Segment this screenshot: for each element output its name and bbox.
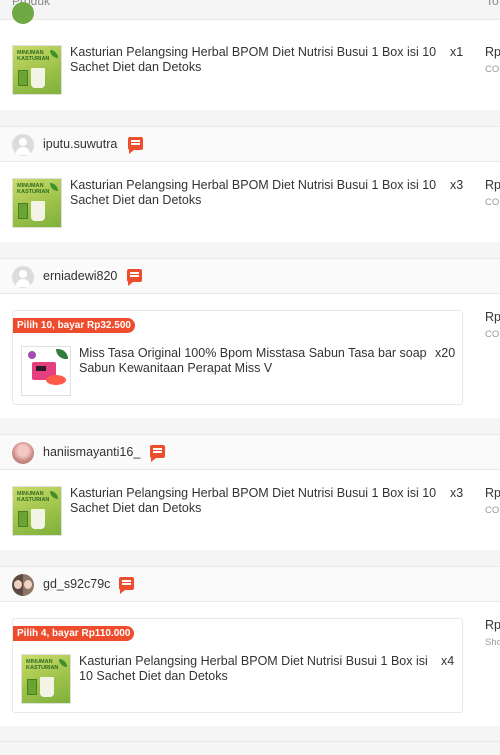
glass-icon (31, 509, 45, 529)
table-header: Produk To (0, 0, 500, 20)
product-title[interactable]: Kasturian Pelangsing Herbal BPOM Diet Nu… (70, 178, 442, 208)
person-icon (19, 270, 27, 278)
order-price: Rp (485, 45, 500, 59)
product-title[interactable]: Kasturian Pelangsing Herbal BPOM Diet Nu… (79, 654, 433, 684)
payment-method: COD (485, 64, 500, 75)
column-total: To (486, 0, 499, 8)
avatar[interactable] (12, 266, 34, 288)
chat-icon[interactable] (150, 445, 165, 462)
person-shoulder (16, 147, 30, 155)
bundle-deal-badge[interactable]: Pilih 10, bayar Rp32.500 (13, 318, 135, 333)
product-quantity: x20 (435, 346, 456, 360)
box-icon (18, 511, 28, 527)
payment-method: COD (485, 197, 500, 208)
flower-icon (28, 351, 36, 359)
person-icon (19, 138, 27, 146)
list-divider (0, 741, 500, 742)
buyer-username[interactable]: erniadewi820 (43, 269, 117, 283)
bundle-deal-badge[interactable]: Pilih 4, bayar Rp110.000 (13, 626, 135, 641)
glass-icon (31, 201, 45, 221)
product-thumbnail[interactable]: MINUMAN KASTURIAN (21, 654, 71, 704)
avatar[interactable] (12, 442, 34, 464)
chat-icon[interactable] (119, 577, 134, 594)
chat-icon[interactable] (128, 137, 143, 154)
box-icon (27, 679, 37, 695)
product-title[interactable]: Miss Tasa Original 100% Bpom Misstasa Sa… (79, 346, 433, 376)
product-thumbnail[interactable]: MINUMAN KASTURIAN (12, 178, 62, 228)
buyer-username[interactable]: iputu.suwutra (43, 137, 117, 151)
product-thumbnail[interactable]: MINUMAN KASTURIAN (12, 486, 62, 536)
order-header: iputu.suwutra (0, 126, 500, 162)
product-quantity: x4 (441, 654, 455, 668)
payment-method: COD (485, 505, 500, 516)
bundle-deal-box: Pilih 4, bayar Rp110.000 MINUMAN KASTURI… (12, 618, 463, 713)
payment-method: COD (485, 329, 500, 340)
order-header: erniadewi820 (0, 258, 500, 294)
box-icon (18, 70, 28, 86)
product-thumbnail[interactable] (21, 346, 71, 396)
order-card: iputu.suwutra MINUMAN KASTURIAN Kasturia… (0, 126, 500, 242)
product-title[interactable]: Kasturian Pelangsing Herbal BPOM Diet Nu… (70, 45, 442, 75)
product-quantity: x3 (450, 178, 464, 192)
soap-round-icon (46, 375, 66, 385)
order-card: erniadewi820 Pilih 10, bayar Rp32.500 Mi… (0, 258, 500, 418)
buyer-username[interactable]: gd_s92c79c (43, 577, 110, 591)
bundle-deal-box: Pilih 10, bayar Rp32.500 Miss Tasa Origi… (12, 310, 463, 405)
buyer-username[interactable]: haniismayanti16_ (43, 445, 140, 459)
payment-method: Sho (485, 637, 500, 648)
order-card: MINUMAN KASTURIAN Kasturian Pelangsing H… (0, 2, 500, 110)
order-price: Rp (485, 178, 500, 192)
product-quantity: x3 (450, 486, 464, 500)
product-thumbnail[interactable]: MINUMAN KASTURIAN (12, 45, 62, 95)
order-header: gd_s92c79c (0, 566, 500, 602)
product-title[interactable]: Kasturian Pelangsing Herbal BPOM Diet Nu… (70, 486, 442, 516)
order-header: haniismayanti16_ (0, 434, 500, 470)
product-quantity: x1 (450, 45, 464, 59)
glass-icon (40, 677, 54, 697)
order-price: Rp (485, 486, 500, 500)
avatar[interactable] (12, 2, 34, 24)
glass-icon (31, 68, 45, 88)
box-icon (18, 203, 28, 219)
avatar[interactable] (12, 574, 34, 596)
chat-icon[interactable] (127, 269, 142, 286)
order-price: Rp (485, 310, 500, 324)
order-card: gd_s92c79c Pilih 4, bayar Rp110.000 MINU… (0, 566, 500, 726)
order-card: haniismayanti16_ MINUMAN KASTURIAN Kastu… (0, 434, 500, 550)
leaf-icon (56, 349, 68, 359)
order-price: Rp (485, 618, 500, 632)
person-shoulder (16, 279, 30, 287)
avatar[interactable] (12, 134, 34, 156)
